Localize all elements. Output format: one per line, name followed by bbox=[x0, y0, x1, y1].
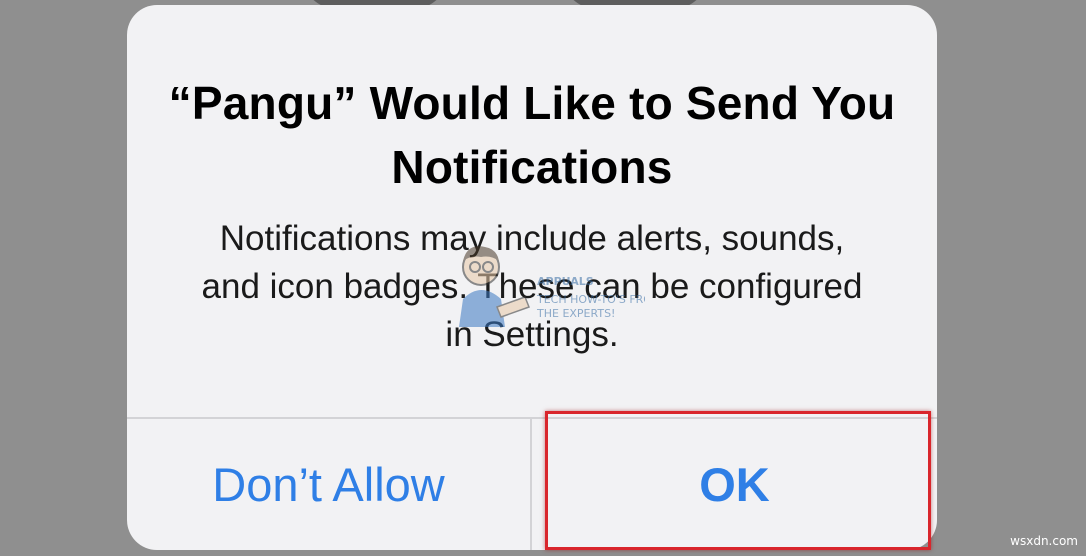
ok-button[interactable]: OK bbox=[532, 419, 937, 550]
alert-title: “Pangu” Would Like to Send You Notificat… bbox=[168, 77, 896, 193]
appuals-watermark: APPUALS TECH HOW-TO'S FROM THE EXPERTS! bbox=[459, 246, 645, 327]
mascot-icon bbox=[459, 246, 530, 327]
dont-allow-button[interactable]: Don’t Allow bbox=[127, 419, 530, 550]
site-watermark: wsxdn.com bbox=[1010, 534, 1078, 548]
notification-permission-alert: “Pangu” Would Like to Send You Notificat… bbox=[127, 5, 937, 550]
watermark-tagline: THE EXPERTS! bbox=[536, 307, 615, 320]
watermark-tagline: TECH HOW-TO'S FROM bbox=[536, 293, 645, 306]
watermark-brand: APPUALS bbox=[537, 275, 594, 288]
